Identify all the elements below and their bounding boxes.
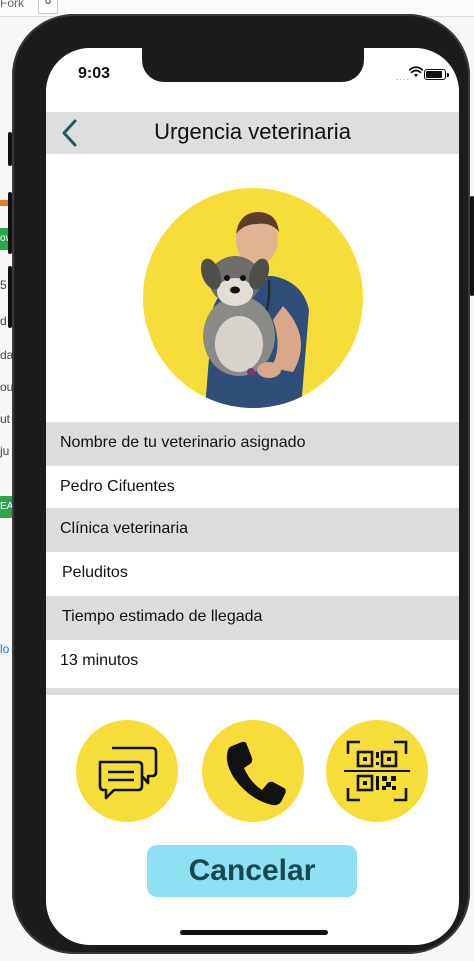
page-title: Urgencia veterinaria: [154, 119, 351, 144]
call-button[interactable]: [202, 720, 304, 822]
vet-name-value-row: Pedro Cifuentes: [46, 466, 459, 510]
back-button[interactable]: [56, 116, 86, 150]
clinic-value: Peluditos: [62, 564, 128, 581]
eta-value: 13 minutos: [60, 652, 139, 669]
signal-dots: ....: [396, 72, 411, 82]
clinic-label-row: Clínica veterinaria: [46, 508, 459, 552]
notch: [142, 48, 364, 82]
qr-button[interactable]: [326, 720, 428, 822]
mute-switch: [8, 132, 12, 166]
nav-bar: Urgencia veterinaria: [46, 112, 459, 154]
clinic-value-row: Peluditos: [46, 552, 459, 596]
chevron-left-icon: [62, 119, 77, 147]
battery-icon: [424, 69, 449, 80]
eta-label-row: Tiempo estimado de llegada: [46, 596, 459, 640]
eta-label: Tiempo estimado de llegada: [62, 608, 263, 625]
vet-photo-illustration: [200, 212, 309, 408]
wifi-icon: [409, 66, 423, 77]
background-text: ut: [0, 412, 11, 426]
fork-count: 0: [38, 0, 58, 14]
cancel-button[interactable]: Cancelar: [147, 845, 357, 897]
phone-icon: [226, 741, 286, 806]
eta-value-row: 13 minutos: [46, 640, 459, 684]
clinic-label: Clínica veterinaria: [60, 520, 189, 537]
background-text: ju: [0, 444, 10, 458]
chat-bubbles-icon: [98, 746, 158, 800]
qr-code-icon: [344, 740, 410, 802]
volume-up-button: [8, 192, 12, 254]
background-link: lo: [0, 642, 10, 656]
vet-avatar: [143, 188, 363, 408]
status-time: 9:03: [78, 65, 111, 82]
phone-frame: 9:03 .... Urgencia veterinaria Nombre de…: [8, 14, 474, 954]
home-indicator[interactable]: [180, 930, 328, 935]
background-text: d: [0, 314, 7, 328]
section-divider: [46, 688, 459, 695]
volume-down-button: [8, 266, 12, 328]
chat-button[interactable]: [76, 720, 178, 822]
vet-name-value: Pedro Cifuentes: [60, 478, 175, 495]
power-button: [470, 196, 474, 296]
vet-name-label-row: Nombre de tu veterinario asignado: [46, 422, 459, 466]
vet-name-label: Nombre de tu veterinario asignado: [60, 434, 306, 451]
phone-screen: 9:03 .... Urgencia veterinaria Nombre de…: [46, 48, 459, 945]
fork-label: Fork: [0, 0, 24, 10]
